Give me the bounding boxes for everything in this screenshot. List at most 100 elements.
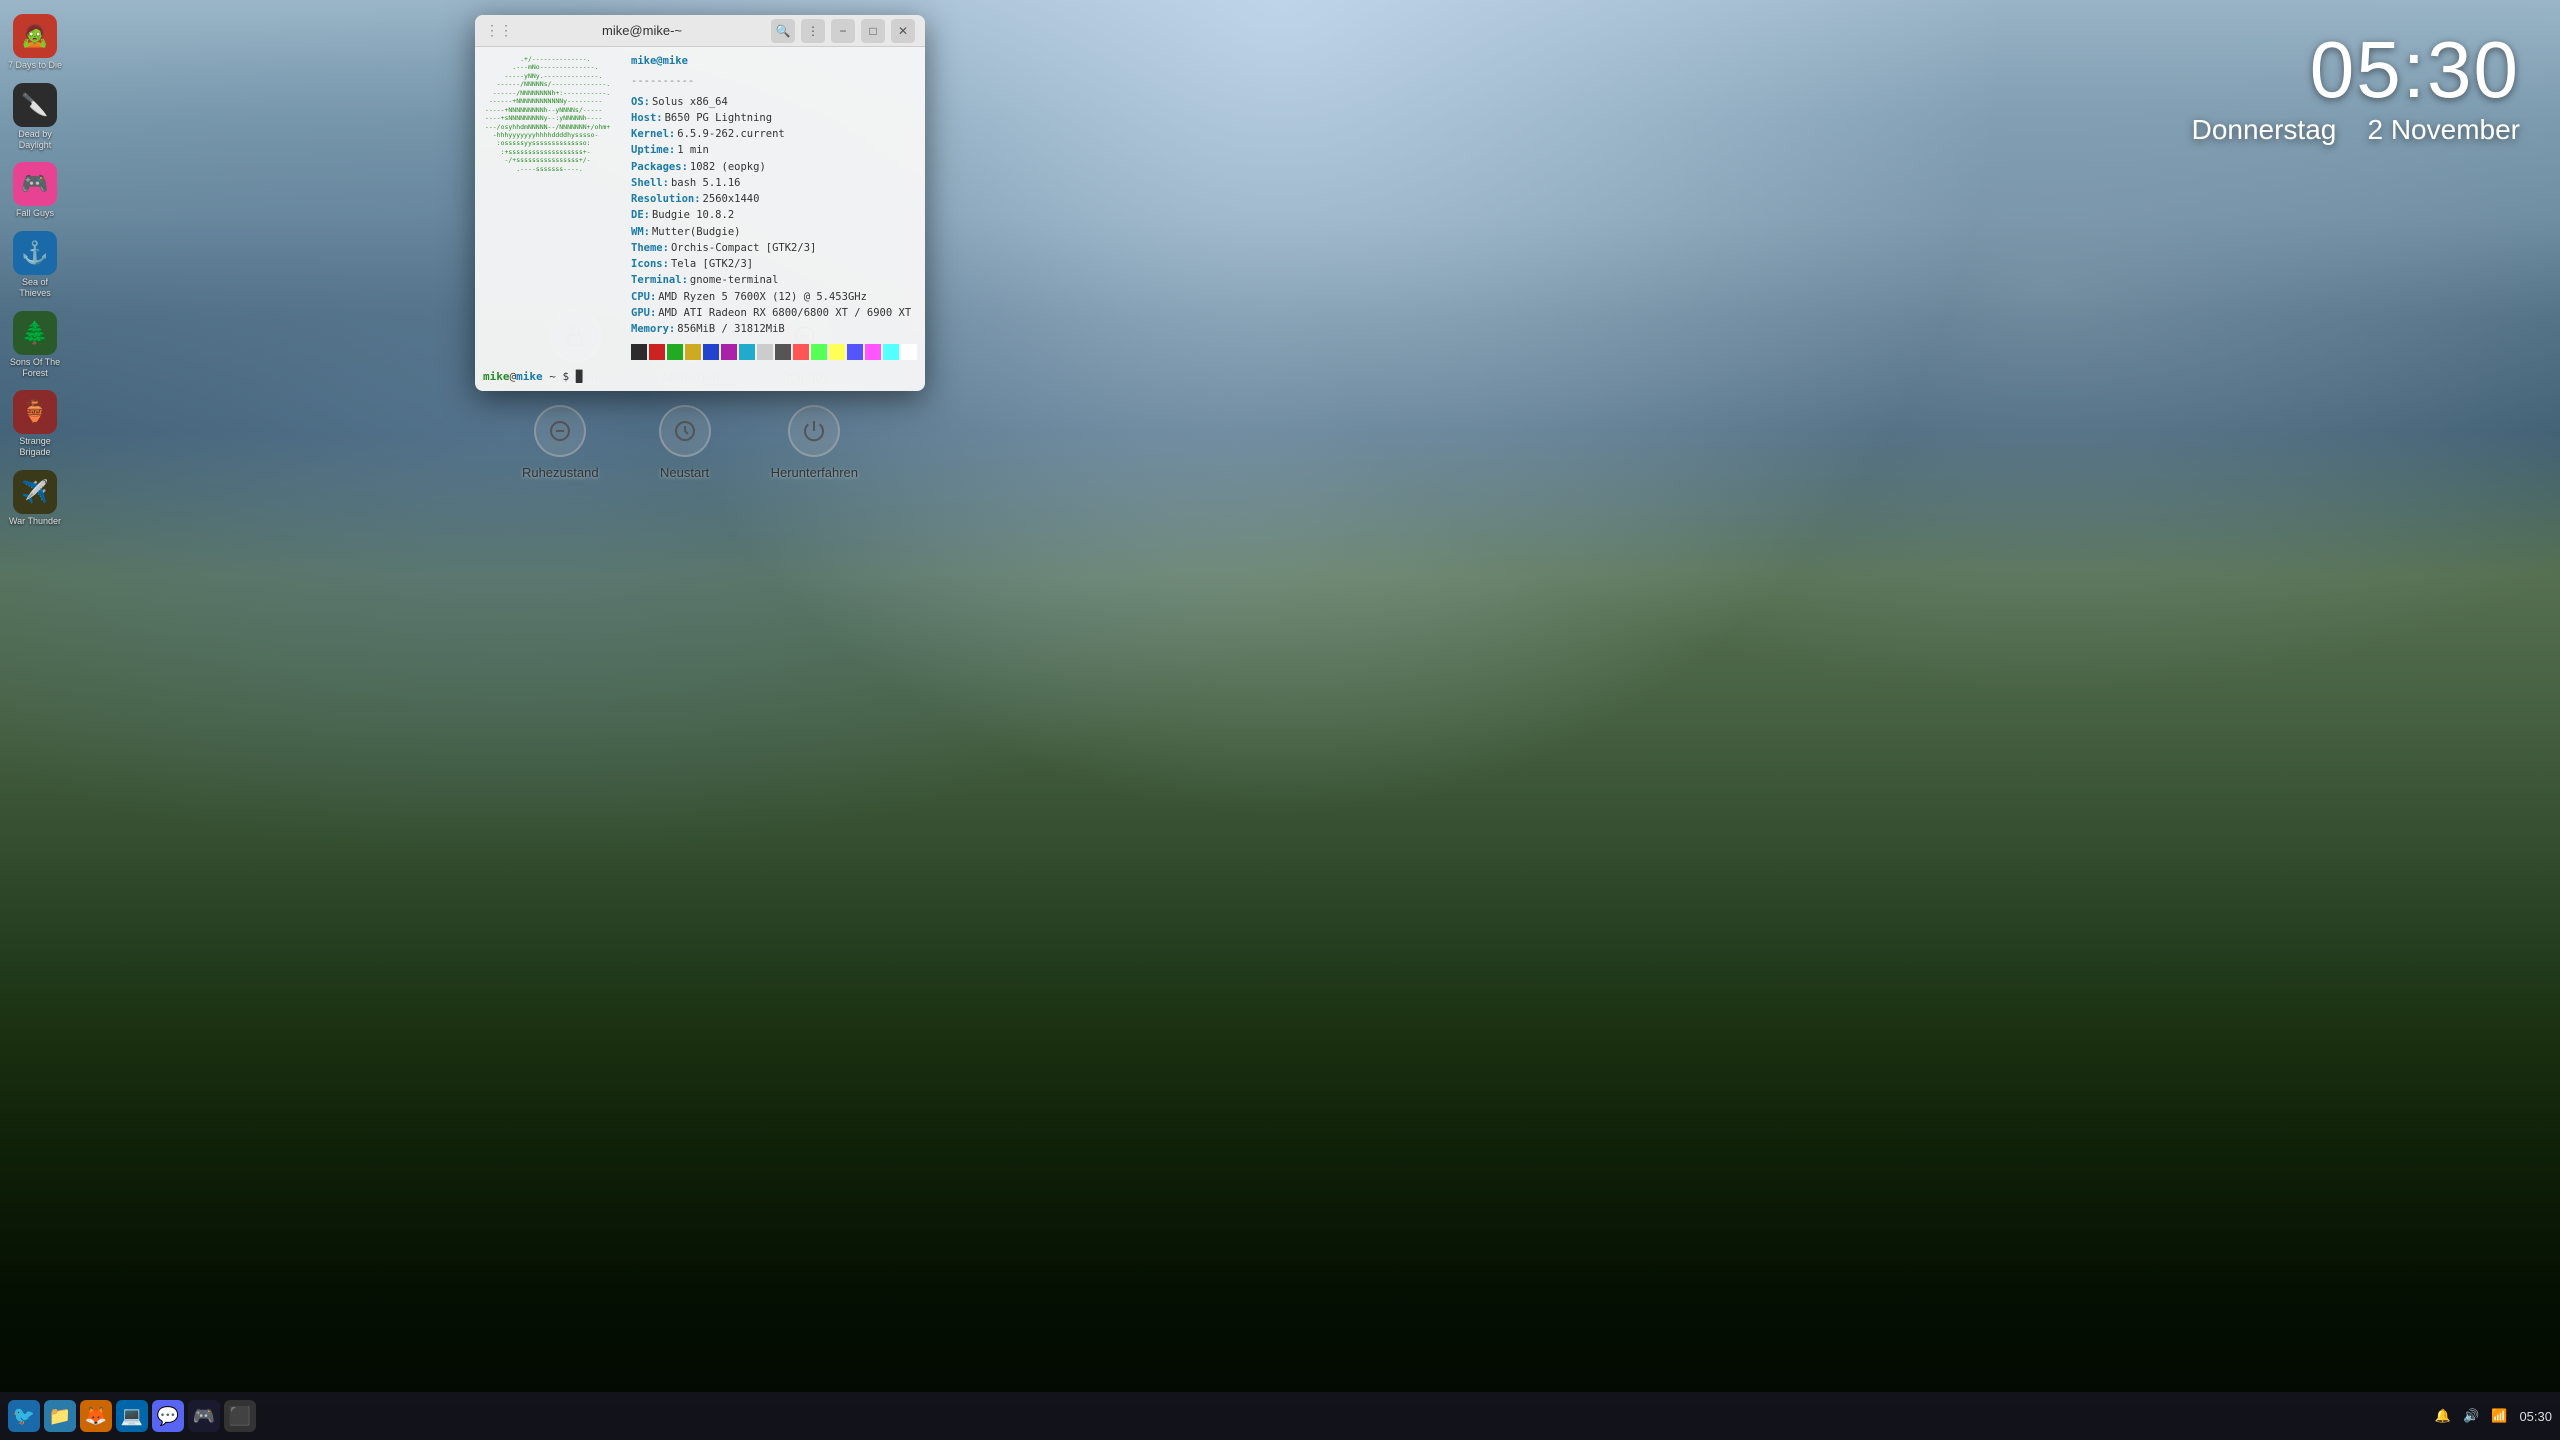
app-label-sons-forest: Sons Of The Forest (6, 357, 64, 379)
sysinfo-gpu: GPU: AMD ATI Radeon RX 6800/6800 XT / 69… (631, 305, 917, 321)
app-label-sea-of-thieves: Sea of Thieves (6, 277, 64, 299)
sidebar-app-strange-brigade[interactable]: 🏺 Strange Brigade (2, 386, 68, 462)
taskbar-volume-icon[interactable]: 🔊 (2463, 1408, 2479, 1424)
power-row-2: Ruhezustand Neustart Herunterfahren (522, 405, 858, 480)
minimize-button[interactable]: − (831, 19, 855, 43)
sysinfo-wm: WM: Mutter(Budgie) (631, 224, 917, 240)
taskbar-network-icon[interactable]: 📶 (2491, 1408, 2507, 1424)
sysinfo-theme: Theme: Orchis-Compact [GTK2/3] (631, 240, 917, 256)
prompt-host: mike (516, 370, 543, 383)
sysinfo-host: Host: B650 PG Lightning (631, 110, 917, 126)
terminal-window: ⋮⋮ mike@mike-~ 🔍 ⋮ − □ ✕ .+/------------… (475, 15, 925, 391)
taskbar-time: 05:30 (2519, 1409, 2552, 1424)
taskbar-left: 🐦📁🦊💻💬🎮⬛ (8, 1400, 256, 1432)
color-swatch (703, 344, 719, 360)
app-icon-sons-forest: 🌲 (13, 311, 57, 355)
sidebar-app-sons-forest[interactable]: 🌲 Sons Of The Forest (2, 307, 68, 383)
clock-day: Donnerstag (2192, 114, 2337, 145)
taskbar-notification-icon[interactable]: 🔔 (2435, 1408, 2451, 1424)
power-icon-suspend (534, 405, 586, 457)
taskbar-icon-discord[interactable]: 💬 (152, 1400, 184, 1432)
sysinfo-packages: Packages: 1082 (eopkg) (631, 159, 917, 175)
color-swatch (883, 344, 899, 360)
sysinfo-cpu: CPU: AMD Ryzen 5 7600X (12) @ 5.453GHz (631, 289, 917, 305)
color-swatch (901, 344, 917, 360)
terminal-prompt-line: mike@mike ~ $ █ (475, 366, 925, 391)
desktop: 🧟 7 Days to Die 🔪 Dead by Daylight 🎮 Fal… (0, 0, 2560, 1440)
app-label-war-thunder: War Thunder (9, 516, 61, 527)
power-icon-restart (659, 405, 711, 457)
color-swatch (631, 344, 647, 360)
app-icon-fall-guys: 🎮 (13, 162, 57, 206)
taskbar-right: 🔔 🔊 📶 05:30 (2435, 1408, 2552, 1424)
sysinfo-uptime: Uptime: 1 min (631, 142, 917, 158)
sysinfo-resolution: Resolution: 2560x1440 (631, 191, 917, 207)
color-swatch (865, 344, 881, 360)
sidebar-app-dead-daylight[interactable]: 🔪 Dead by Daylight (2, 79, 68, 155)
sysinfo-de: DE: Budgie 10.8.2 (631, 207, 917, 223)
sidebar-app-7days[interactable]: 🧟 7 Days to Die (2, 10, 68, 75)
app-label-dead-daylight: Dead by Daylight (6, 129, 64, 151)
app-label-strange-brigade: Strange Brigade (6, 436, 64, 458)
taskbar-icon-vscode[interactable]: 💻 (116, 1400, 148, 1432)
sysinfo-icons: Icons: Tela [GTK2/3] (631, 256, 917, 272)
color-swatch (775, 344, 791, 360)
terminal-username: mike@mike (631, 53, 917, 69)
app-icon-strange-brigade: 🏺 (13, 390, 57, 434)
app-icon-dead-daylight: 🔪 (13, 83, 57, 127)
power-item-restart[interactable]: Neustart (659, 405, 711, 480)
prompt-user: mike (483, 370, 510, 383)
cursor: █ (576, 370, 583, 383)
taskbar-icon-files[interactable]: 📁 (44, 1400, 76, 1432)
color-swatch (811, 344, 827, 360)
taskbar-icon-budgie-menu[interactable]: 🐦 (8, 1400, 40, 1432)
search-button[interactable]: 🔍 (771, 19, 795, 43)
power-item-shutdown[interactable]: Herunterfahren (771, 405, 858, 480)
sysinfo-os: OS: Solus x86_64 (631, 94, 917, 110)
app-icon-7days: 🧟 (13, 14, 57, 58)
color-swatch (685, 344, 701, 360)
color-swatch (721, 344, 737, 360)
clock-widget: 05:30 Donnerstag 2 November (2192, 30, 2520, 146)
color-swatch (739, 344, 755, 360)
terminal-titlebar: ⋮⋮ mike@mike-~ 🔍 ⋮ − □ ✕ (475, 15, 925, 47)
power-icon-shutdown (788, 405, 840, 457)
sidebar-app-sea-of-thieves[interactable]: ⚓ Sea of Thieves (2, 227, 68, 303)
color-palette (631, 344, 917, 360)
power-label-suspend: Ruhezustand (522, 465, 599, 480)
taskbar-icon-terminal[interactable]: ⬛ (224, 1400, 256, 1432)
color-swatch (793, 344, 809, 360)
power-label-restart: Neustart (660, 465, 709, 480)
app-label-7days: 7 Days to Die (8, 60, 62, 71)
sysinfo-kernel: Kernel: 6.5.9-262.current (631, 126, 917, 142)
sysinfo-shell: Shell: bash 5.1.16 (631, 175, 917, 191)
power-item-suspend[interactable]: Ruhezustand (522, 405, 599, 480)
sidebar: 🧟 7 Days to Die 🔪 Dead by Daylight 🎮 Fal… (0, 0, 70, 1392)
titlebar-actions: 🔍 ⋮ − □ ✕ (771, 19, 915, 43)
app-icon-war-thunder: ✈️ (13, 470, 57, 514)
taskbar-icon-browser[interactable]: 🦊 (80, 1400, 112, 1432)
close-button[interactable]: ✕ (891, 19, 915, 43)
app-label-fall-guys: Fall Guys (16, 208, 54, 219)
taskbar-icon-steam[interactable]: 🎮 (188, 1400, 220, 1432)
taskbar: 🐦📁🦊💻💬🎮⬛ 🔔 🔊 📶 05:30 (0, 1392, 2560, 1440)
sidebar-app-war-thunder[interactable]: ✈️ War Thunder (2, 466, 68, 531)
power-label-shutdown: Herunterfahren (771, 465, 858, 480)
terminal-title: mike@mike-~ (521, 23, 763, 38)
terminal-sysinfo: mike@mike ---------- OS: Solus x86_64 Ho… (623, 47, 925, 366)
terminal-ascii-art: .+/--------------. .---mNo--------------… (475, 47, 623, 366)
maximize-button[interactable]: □ (861, 19, 885, 43)
clock-date-val: 2 November (2367, 114, 2520, 145)
sidebar-app-fall-guys[interactable]: 🎮 Fall Guys (2, 158, 68, 223)
color-swatch (649, 344, 665, 360)
sysinfo-memory: Memory: 856MiB / 31812MiB (631, 321, 917, 337)
app-icon-sea-of-thieves: ⚓ (13, 231, 57, 275)
terminal-body: .+/--------------. .---mNo--------------… (475, 47, 925, 366)
color-swatch (829, 344, 845, 360)
color-swatch (757, 344, 773, 360)
menu-button[interactable]: ⋮ (801, 19, 825, 43)
color-swatch (667, 344, 683, 360)
clock-time: 05:30 (2192, 30, 2520, 110)
color-swatch (847, 344, 863, 360)
clock-date: Donnerstag 2 November (2192, 114, 2520, 146)
